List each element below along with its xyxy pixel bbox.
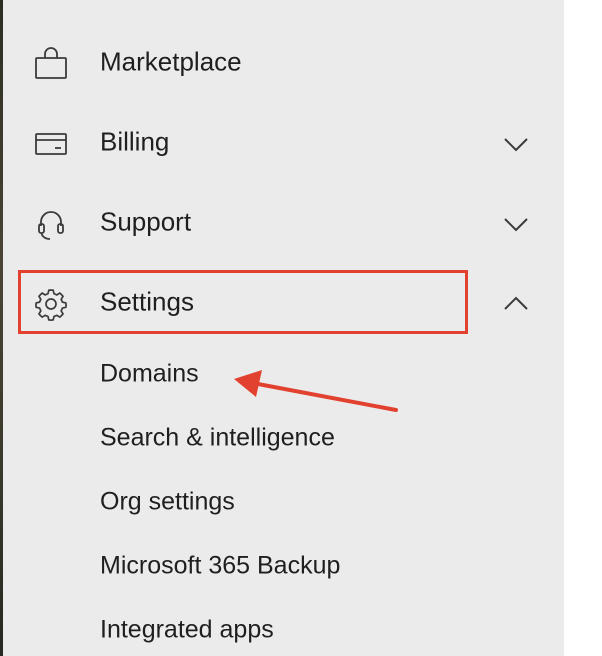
chevron-up-icon[interactable] <box>500 288 532 320</box>
sub-item-domains[interactable]: Domains <box>3 348 564 400</box>
gear-icon <box>33 286 69 322</box>
chevron-down-icon[interactable] <box>500 128 532 160</box>
sub-item-integrated-apps[interactable]: Integrated apps <box>3 604 564 656</box>
sub-item-search-intelligence[interactable]: Search & intelligence <box>3 412 564 464</box>
sub-item-label: Microsoft 365 Backup <box>100 551 341 580</box>
chevron-down-icon[interactable] <box>500 208 532 240</box>
sub-item-microsoft-365-backup[interactable]: Microsoft 365 Backup <box>3 540 564 592</box>
nav-item-settings[interactable]: Settings <box>3 274 564 330</box>
sub-item-label: Integrated apps <box>100 615 274 644</box>
headset-icon <box>33 206 69 242</box>
sub-item-org-settings[interactable]: Org settings <box>3 476 564 528</box>
sub-item-label: Domains <box>100 359 199 388</box>
nav-item-label: Billing <box>100 126 170 157</box>
nav-item-label: Support <box>100 206 192 237</box>
nav-item-marketplace[interactable]: Marketplace <box>3 34 564 90</box>
nav-item-billing[interactable]: Billing <box>3 114 564 170</box>
nav-item-label: Marketplace <box>100 46 242 77</box>
nav-item-label: Settings <box>100 286 194 317</box>
shopping-bag-icon <box>33 46 69 82</box>
sub-item-label: Search & intelligence <box>100 423 335 452</box>
nav-item-support[interactable]: Support <box>3 194 564 250</box>
sub-item-label: Org settings <box>100 487 235 516</box>
credit-card-icon <box>33 126 69 162</box>
navigation-panel: Marketplace Billing Support Settings Dom… <box>3 0 564 656</box>
